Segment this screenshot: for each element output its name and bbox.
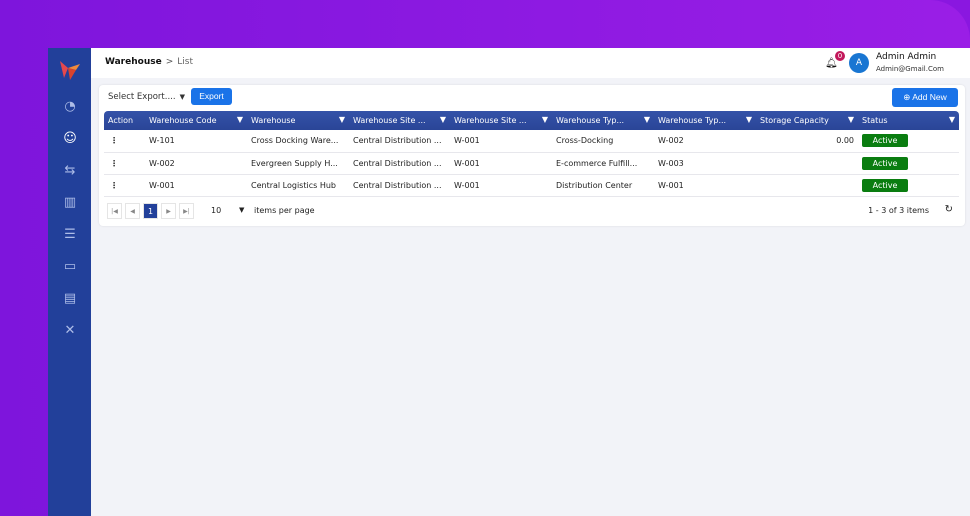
warehouse-table: Action Warehouse Code ▼ Warehouse ▼ Warehouse… [104,111,959,197]
user-email: Admin@Gmail.Com [876,65,944,73]
add-new-label: Add New [912,92,947,102]
filter-icon[interactable]: ▼ [542,115,548,124]
pagination-info: 1 - 3 of 3 items [868,206,929,215]
filter-icon[interactable]: ▼ [746,115,752,124]
avatar[interactable]: A [849,53,869,73]
table-cell: Active [858,174,959,197]
table-cell: W-001 [450,152,552,175]
table-row: ⋮ W-002 Evergreen Supply H... Central Distr… [104,152,959,175]
column-header-label: Storage Capacity [760,116,829,125]
table-cell: W-001 [654,174,756,197]
app-window: ◔ ☺ ⇆ ▥ ☰ ▭ ▤ ✕ Warehouse > List 🔔︎ 0 A Ad… [48,48,970,516]
header: Warehouse > List 🔔︎ 0 A Admin Admin Admin@… [91,48,970,78]
column-header[interactable]: Action [104,111,145,130]
filter-icon[interactable]: ▼ [848,115,854,124]
user-name: Admin Admin [876,52,937,62]
row-actions-menu-icon[interactable]: ⋮ [104,130,145,153]
filter-icon[interactable]: ▼ [644,115,650,124]
report-icon[interactable]: ▤ [60,289,80,309]
column-header-label: Warehouse Code [149,116,217,125]
table-cell [756,174,858,197]
table-cell: 0.00 [756,130,858,153]
barcode-icon[interactable]: ▥ [60,193,80,213]
table-cell: Central Distribution ... [349,130,450,153]
table-cell [756,152,858,175]
column-header[interactable]: Warehouse Typ... ▼ [552,111,654,130]
prev-page-button[interactable]: ◀ [125,203,140,219]
table-cell: Active [858,152,959,175]
caret-down-icon: ▼ [179,93,185,101]
row-actions-menu-icon[interactable]: ⋮ [104,152,145,175]
chevron-right-icon: > [165,57,174,67]
filter-icon[interactable]: ▼ [949,115,955,124]
table-cell: Evergreen Supply H... [247,152,349,175]
status-badge: Active [862,134,908,148]
tools-icon[interactable]: ✕ [60,321,80,341]
warehouse-list-card: Select Export.... ▼ Export ⊕ Add New Acti… [99,85,965,226]
next-page-button[interactable]: ▶ [161,203,176,219]
breadcrumb-current: List [177,57,193,67]
table-cell: Central Distribution ... [349,174,450,197]
column-header-label: Warehouse Site ... [454,116,527,125]
dashboard-gauge-icon[interactable]: ◔ [60,97,80,117]
breadcrumb-root[interactable]: Warehouse [105,57,162,67]
page-button-current[interactable]: 1 [143,203,158,219]
filter-icon[interactable]: ▼ [237,115,243,124]
refresh-icon[interactable]: ↻ [945,204,953,215]
table-cell: W-001 [450,130,552,153]
table-cell: W-001 [145,174,247,197]
table-cell: W-002 [145,152,247,175]
column-header-label: Action [108,116,134,125]
last-page-button[interactable]: ▶| [179,203,194,219]
column-header[interactable]: Storage Capacity ▼ [756,111,858,130]
table-row: ⋮ W-001 Central Logistics Hub Central Distr… [104,174,959,197]
add-new-button[interactable]: ⊕ Add New [892,88,958,107]
table-cell: Distribution Center [552,174,654,197]
plus-circle-icon: ⊕ [903,92,913,102]
table-cell: W-101 [145,130,247,153]
table-cell: Central Logistics Hub [247,174,349,197]
filter-icon[interactable]: ▼ [440,115,446,124]
app-logo [60,61,80,80]
caret-down-icon[interactable]: ▼ [239,206,244,214]
column-header[interactable]: Warehouse Site ... ▼ [349,111,450,130]
notification-count: 0 [835,51,845,61]
table-cell: E-commerce Fulfill... [552,152,654,175]
first-page-button[interactable]: |◀ [107,203,122,219]
transfer-arrows-icon[interactable]: ⇆ [60,161,80,181]
column-header[interactable]: Warehouse Site ... ▼ [450,111,552,130]
pagination: |◀ ◀ 1 ▶ ▶| 10 ▼ items per page 1 - 3 of… [104,199,959,223]
column-header-label: Warehouse [251,116,296,125]
export-select[interactable]: Select Export.... ▼ [105,88,187,106]
export-select-value: Select Export.... [108,92,176,102]
row-actions-menu-icon[interactable]: ⋮ [104,174,145,197]
status-badge: Active [862,178,908,192]
table-cell: W-001 [450,174,552,197]
breadcrumb: Warehouse > List [105,57,193,67]
scroll-icon[interactable]: ▭ [60,257,80,277]
table-cell: Cross-Docking [552,130,654,153]
items-per-page-label: items per page [254,206,315,215]
column-header-label: Warehouse Site ... [353,116,426,125]
column-header-label: Warehouse Typ... [658,116,727,125]
table-row: ⋮ W-101 Cross Docking Ware... Central Distr… [104,130,959,153]
table-cell: W-003 [654,152,756,175]
user-circle-icon[interactable]: ☺ [60,129,80,149]
status-badge: Active [862,156,908,170]
column-header-label: Status [862,116,888,125]
table-cell: Active [858,130,959,153]
column-header[interactable]: Warehouse Typ... ▼ [654,111,756,130]
page-size-select[interactable]: 10 [211,206,221,215]
database-icon[interactable]: ☰ [60,225,80,245]
export-button[interactable]: Export [191,88,232,105]
column-header[interactable]: Warehouse Code ▼ [145,111,247,130]
table-cell: Cross Docking Ware... [247,130,349,153]
filter-icon[interactable]: ▼ [339,115,345,124]
column-header[interactable]: Warehouse ▼ [247,111,349,130]
table-cell: Central Distribution ... [349,152,450,175]
column-header[interactable]: Status ▼ [858,111,959,130]
sidebar: ◔ ☺ ⇆ ▥ ☰ ▭ ▤ ✕ [48,48,91,516]
column-header-label: Warehouse Typ... [556,116,625,125]
table-cell: W-002 [654,130,756,153]
